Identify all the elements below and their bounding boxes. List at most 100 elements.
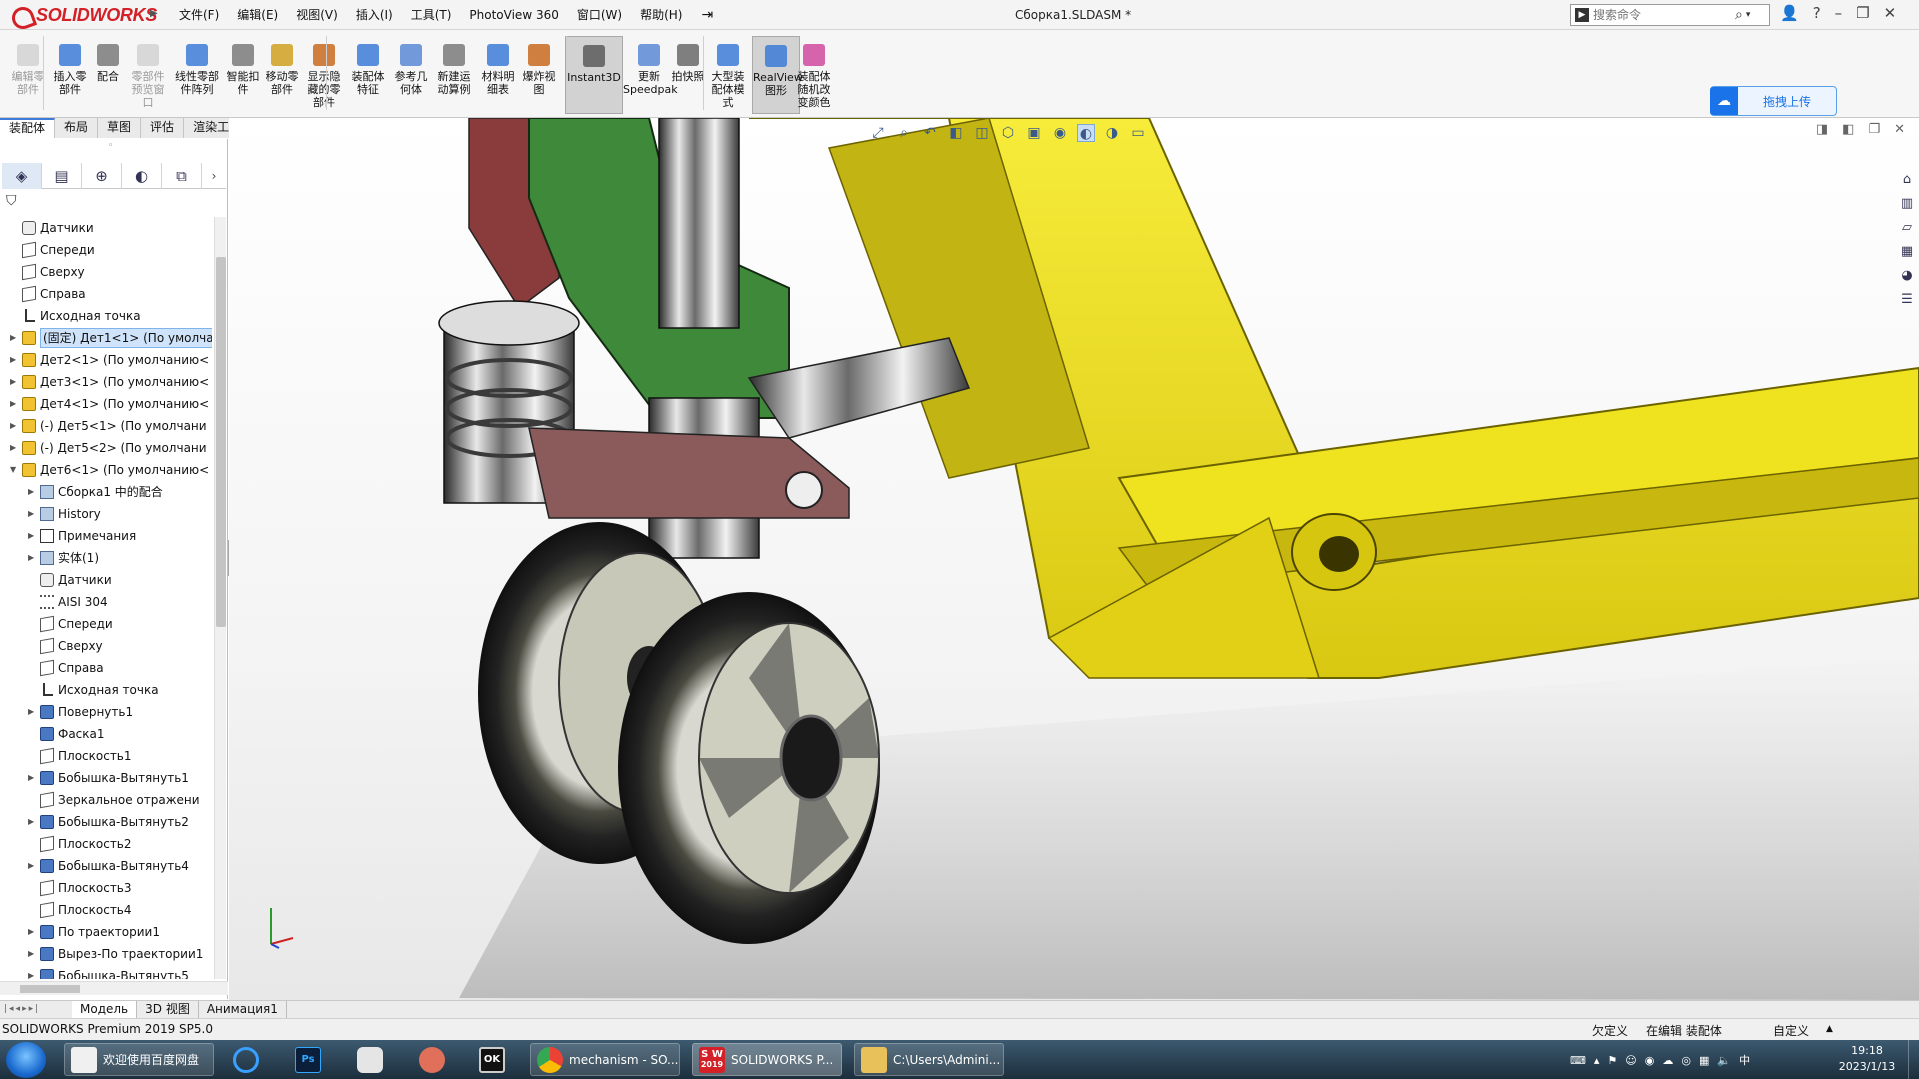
command-button[interactable]: 大型装 配体模 式	[708, 44, 748, 109]
viewport-restore-left-icon[interactable]: ◨	[1816, 122, 1828, 137]
tree-node[interactable]: ▶ Повернуть1	[0, 701, 212, 723]
command-button[interactable]: 移动零 部件	[262, 44, 302, 96]
command-button[interactable]: 爆炸视 图	[517, 44, 561, 96]
command-button[interactable]: 拍快照	[669, 44, 707, 83]
command-button[interactable]: 智能扣 件	[224, 44, 262, 96]
menu-item[interactable]: PhotoView 360	[460, 0, 567, 30]
search-icon[interactable]: ⌕	[1735, 7, 1743, 23]
viewport-close-icon[interactable]: ✕	[1894, 122, 1905, 137]
tab-nav-arrows-icon[interactable]: |◂◂▸▸|	[0, 1001, 72, 1018]
taskbar-window-baidu[interactable]: 欢迎使用百度网盘	[64, 1043, 214, 1076]
command-button[interactable]: 配合	[90, 44, 126, 83]
tree-node[interactable]: Плоскость3	[0, 877, 212, 899]
command-button[interactable]: 材料明 细表	[479, 44, 517, 96]
display-manager-tab-icon[interactable]: ◐	[122, 163, 162, 189]
tree-node[interactable]: ▶ Бобышка-Вытянуть5	[0, 965, 212, 979]
file-explorer-icon[interactable]: ▱	[1897, 218, 1917, 238]
menu-item[interactable]: 窗口(W)	[568, 0, 631, 30]
tray-app-icon[interactable]: ◉	[1645, 1054, 1655, 1067]
display-style-icon[interactable]: ▣	[1025, 124, 1043, 142]
tree-node[interactable]: ▶ (固定) Дет1<1> (По умолча	[0, 327, 212, 349]
viewport-maximize-icon[interactable]: ❐	[1868, 122, 1880, 137]
tray-flag-icon[interactable]: ⚑	[1607, 1054, 1617, 1067]
tray-wechat-icon[interactable]: ☺	[1625, 1054, 1636, 1067]
taskbar-pin-app[interactable]	[348, 1043, 398, 1076]
tree-node[interactable]: ▶ Дет3<1> (По умолчанию<	[0, 371, 212, 393]
tree-node[interactable]: ▶ (-) Дет5<1> (По умолчани	[0, 415, 212, 437]
baidu-upload-button[interactable]: ☁ 拖拽上传	[1710, 86, 1837, 116]
expand-arrow-icon[interactable]: ▶	[28, 767, 34, 789]
view-settings-icon[interactable]: ▭	[1129, 124, 1147, 142]
command-button[interactable]: 显示隐 藏的零 部件	[302, 44, 346, 109]
units-dropdown-icon[interactable]: ▲	[1826, 1024, 1833, 1034]
view-orientation-icon[interactable]: ⬡	[999, 124, 1017, 142]
bottom-tab[interactable]: 3D 视图	[137, 1001, 199, 1018]
command-button[interactable]: 零部件 预览窗 口	[128, 44, 168, 109]
tree-node[interactable]: ▶ 实体(1)	[0, 547, 212, 569]
menu-item[interactable]: 视图(V)	[287, 0, 347, 30]
tree-node[interactable]: ▶ Бобышка-Вытянуть1	[0, 767, 212, 789]
tree-node[interactable]: AISI 304	[0, 591, 212, 613]
command-button[interactable]: 插入零 部件	[50, 44, 90, 96]
tray-arrow-icon[interactable]: ▴	[1594, 1054, 1600, 1067]
hide-show-items-icon[interactable]: ◉	[1051, 124, 1069, 142]
minimize-icon[interactable]: –	[1835, 4, 1843, 22]
custom-properties-icon[interactable]: ☰	[1897, 290, 1917, 310]
tree-node[interactable]: Датчики	[0, 569, 212, 591]
tree-node[interactable]: ▶ Вырез-По траектории1	[0, 943, 212, 965]
help-icon[interactable]: ?	[1813, 4, 1821, 22]
expand-arrow-icon[interactable]: ▶	[28, 943, 34, 965]
expand-arrow-icon[interactable]: ▶	[28, 525, 34, 547]
command-button[interactable]: RealView 图形	[752, 36, 803, 114]
filter-icon[interactable]: ⛉	[6, 193, 17, 209]
more-tabs-chevron-icon[interactable]: ›	[202, 163, 226, 188]
tray-network-icon[interactable]: ▦	[1699, 1054, 1709, 1067]
taskbar-pin-photoshop[interactable]: Ps	[286, 1043, 336, 1076]
section-view-icon[interactable]: ◧	[947, 124, 965, 142]
bottom-tab[interactable]: Анимация1	[199, 1001, 287, 1018]
tree-vertical-scrollbar[interactable]	[214, 217, 226, 979]
menu-item[interactable]: 工具(T)	[402, 0, 461, 30]
taskbar-pin-tool[interactable]	[410, 1043, 460, 1076]
bottom-tab[interactable]: Модель	[72, 1001, 138, 1018]
tree-node[interactable]: Спереди	[0, 613, 212, 635]
solidworks-resources-icon[interactable]: ⌂	[1897, 170, 1917, 190]
taskbar-window-chrome[interactable]: mechanism - SO...	[530, 1043, 680, 1076]
command-button[interactable]: 参考几 何体	[390, 44, 432, 96]
menu-item[interactable]: 编辑(E)	[228, 0, 287, 30]
configuration-manager-tab-icon[interactable]: ⊕	[82, 163, 122, 189]
tree-node[interactable]: Плоскость2	[0, 833, 212, 855]
expand-arrow-icon[interactable]: ▶	[10, 327, 16, 349]
collapse-arrow-icon[interactable]: ▼	[10, 459, 16, 481]
scroll-thumb[interactable]	[216, 257, 226, 627]
expand-arrow-icon[interactable]: ▶	[10, 371, 16, 393]
restore-icon[interactable]: ❐	[1856, 4, 1869, 22]
tree-node[interactable]: Фаска1	[0, 723, 212, 745]
zoom-to-area-icon[interactable]: ⌕	[895, 124, 913, 142]
expand-arrow-icon[interactable]: ▶	[28, 921, 34, 943]
tree-node[interactable]: Спереди	[0, 239, 212, 261]
tree-node[interactable]: ▶ Дет4<1> (По умолчанию<	[0, 393, 212, 415]
property-manager-tab-icon[interactable]: ▤	[42, 163, 82, 189]
expand-arrow-icon[interactable]: ▶	[10, 349, 16, 371]
zoom-to-fit-icon[interactable]: ⤢	[869, 124, 887, 142]
expand-arrow-icon[interactable]: ▶	[28, 811, 34, 833]
tray-cloud-icon[interactable]: ☁	[1662, 1054, 1673, 1067]
command-tab[interactable]: 装配体	[0, 118, 56, 138]
expand-arrow-icon[interactable]: ▶	[10, 393, 16, 415]
taskbar-pin-ok[interactable]: OK	[470, 1043, 520, 1076]
expand-arrow-icon[interactable]: ▶	[28, 481, 34, 503]
tree-node[interactable]: Справа	[0, 657, 212, 679]
tray-lang-icon[interactable]: 中	[1739, 1052, 1750, 1068]
expand-arrow-icon[interactable]: ▶	[28, 547, 34, 569]
tree-node[interactable]: Плоскость4	[0, 899, 212, 921]
graphics-viewport[interactable]: ⤢ ⌕ ↶ ◧ ◫ ⬡ ▣ ◉ ◐ ◑ ▭ ◨ ◧ ❐ ✕ ⌂ ▥ ▱ ▦ ◕ …	[229, 118, 1919, 1000]
tree-node[interactable]: ▶ (-) Дет5<2> (По умолчани	[0, 437, 212, 459]
design-library-icon[interactable]: ▥	[1897, 194, 1917, 214]
scroll-thumb[interactable]	[20, 985, 80, 993]
feature-manager-tab-icon[interactable]: ◈	[2, 163, 42, 189]
tree-node[interactable]: ▶ Бобышка-Вытянуть4	[0, 855, 212, 877]
show-desktop-button[interactable]	[1908, 1040, 1919, 1079]
command-tab[interactable]: 草图	[98, 118, 142, 138]
tree-node[interactable]: Сверху	[0, 635, 212, 657]
